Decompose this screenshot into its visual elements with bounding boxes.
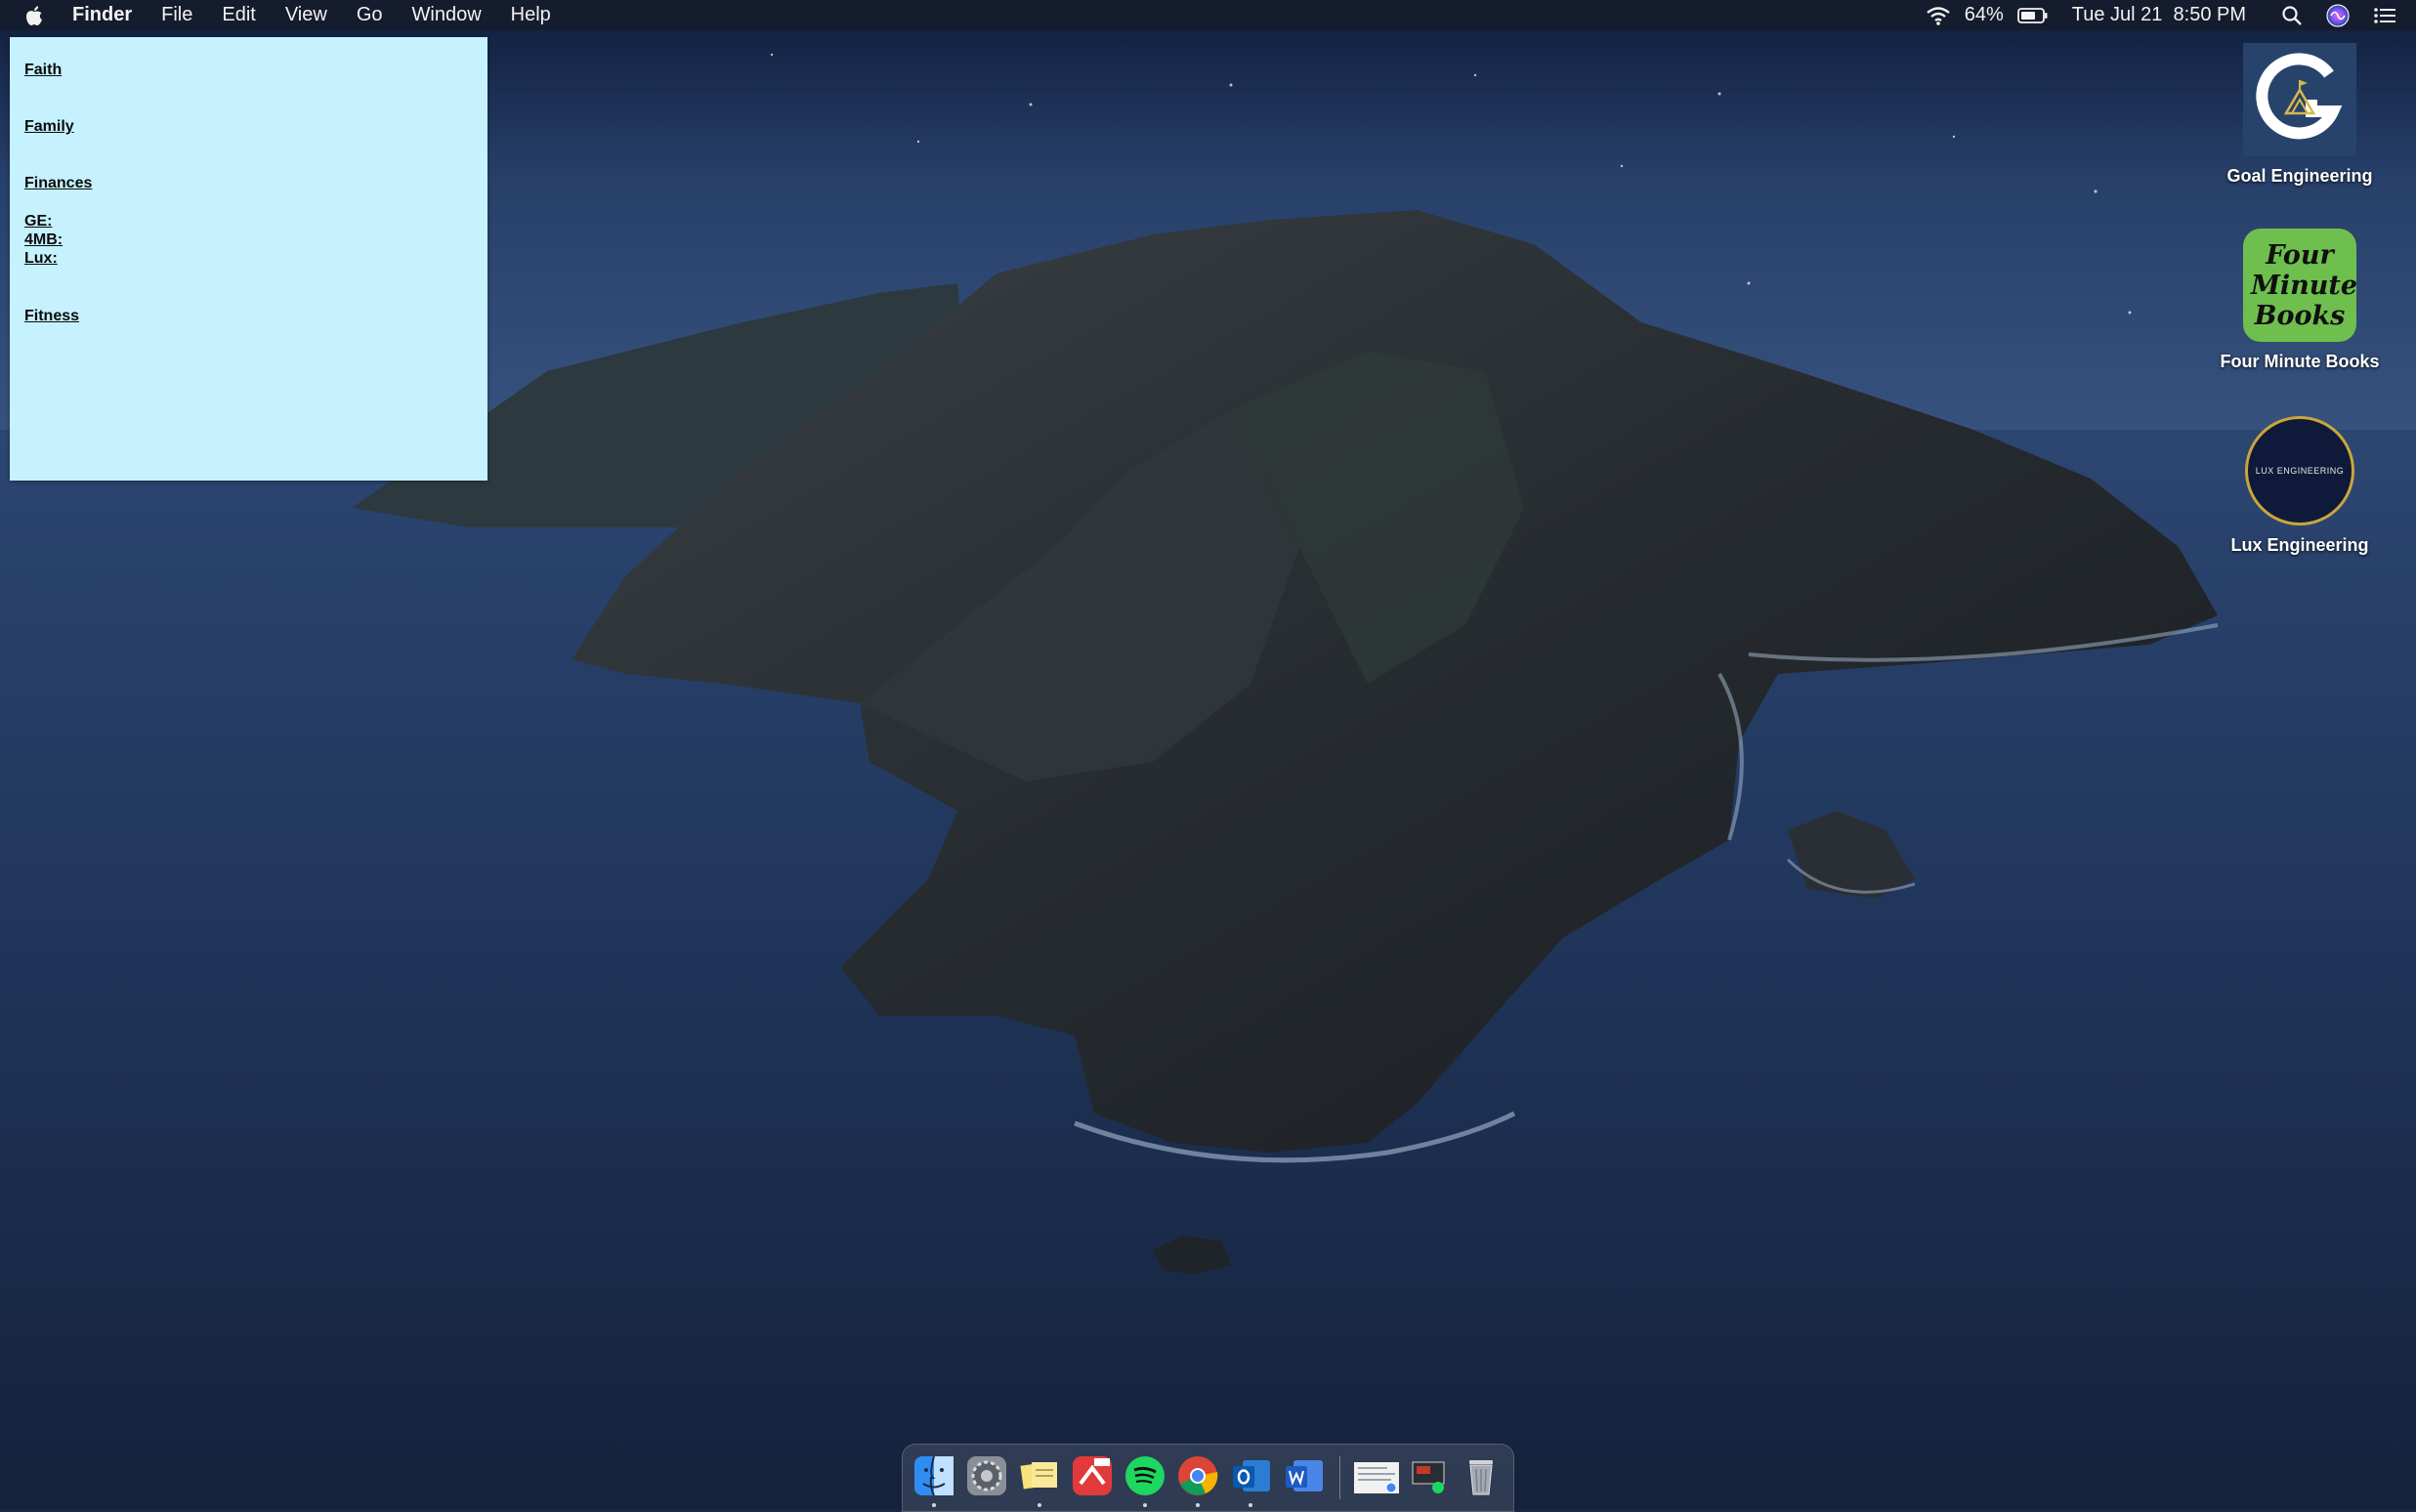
clock[interactable]: Tue Jul 21 8:50 PM [2072, 4, 2246, 26]
desktop-icon-goal-engineering[interactable]: Goal Engineering [2192, 43, 2407, 187]
menu-view[interactable]: View [285, 4, 327, 26]
spotify-icon[interactable] [1123, 1454, 1166, 1497]
outlook-icon[interactable] [1229, 1454, 1272, 1497]
apple-icon[interactable] [23, 0, 53, 30]
desktop-icon-label: Goal Engineering [2226, 166, 2373, 186]
battery-icon[interactable] [2016, 7, 2049, 24]
desktop-icon-label: Lux Engineering [2230, 535, 2369, 555]
sticky-line-ge: GE: [24, 213, 53, 230]
sticky-line-faith: Faith [24, 62, 63, 78]
menu-bar: Finder File Edit View Go Window Help 64%… [0, 0, 2416, 30]
menu-file[interactable]: File [161, 4, 192, 26]
menu-go[interactable]: Go [357, 4, 383, 26]
sticky-line-finances: Finances [24, 175, 93, 191]
lux-engineering-logo-icon: LUX ENGINEERING [2245, 416, 2354, 525]
stickies-icon[interactable] [1018, 1454, 1061, 1497]
sticky-line-family: Family [24, 118, 74, 135]
document-icon[interactable] [1352, 1454, 1399, 1497]
pdf-app-icon[interactable] [1071, 1454, 1114, 1497]
finder-icon[interactable] [912, 1454, 955, 1497]
trash-icon[interactable] [1460, 1454, 1503, 1497]
chrome-icon[interactable] [1176, 1454, 1219, 1497]
four-minute-books-logo-icon: Four Minute Books [2243, 229, 2358, 342]
dock-divider [1339, 1456, 1340, 1499]
sticky-line-lux: Lux: [24, 250, 58, 267]
status-area: 64% Tue Jul 21 8:50 PM [1926, 0, 2396, 30]
four-minute-books-logo-text: Four Minute Books [2251, 239, 2358, 331]
sticky-line-fitness: Fitness [24, 308, 80, 324]
word-icon[interactable] [1282, 1454, 1325, 1497]
dock [902, 1444, 1514, 1512]
system-preferences-icon[interactable] [965, 1454, 1008, 1497]
sticky-line-4mb: 4MB: [24, 231, 64, 248]
goal-engineering-logo-icon [2243, 43, 2356, 156]
wifi-icon[interactable] [1926, 6, 1951, 25]
desktop-icon-four-minute-books[interactable]: Four Minute Books Four Minute Books [2192, 229, 2407, 372]
menu-edit[interactable]: Edit [222, 4, 255, 26]
battery-percent[interactable]: 64% [1965, 4, 2004, 26]
lux-engineering-logo-text: LUX ENGINEERING [2255, 466, 2345, 476]
notification-center-icon[interactable] [2373, 6, 2396, 25]
menu-window[interactable]: Window [412, 4, 482, 26]
screenshot-stack-icon[interactable] [1407, 1454, 1450, 1497]
desktop-icon-lux-engineering[interactable]: LUX ENGINEERING Lux Engineering [2192, 416, 2407, 556]
spotlight-search-icon[interactable] [2281, 5, 2303, 26]
desktop-icon-label: Four Minute Books [2220, 352, 2380, 371]
siri-icon[interactable] [2326, 3, 2350, 27]
sticky-note[interactable]: Faith Family Finances GE: 4MB: Lux: Fitn… [10, 37, 487, 481]
menu-finder[interactable]: Finder [72, 4, 132, 26]
menu-help[interactable]: Help [511, 4, 551, 26]
